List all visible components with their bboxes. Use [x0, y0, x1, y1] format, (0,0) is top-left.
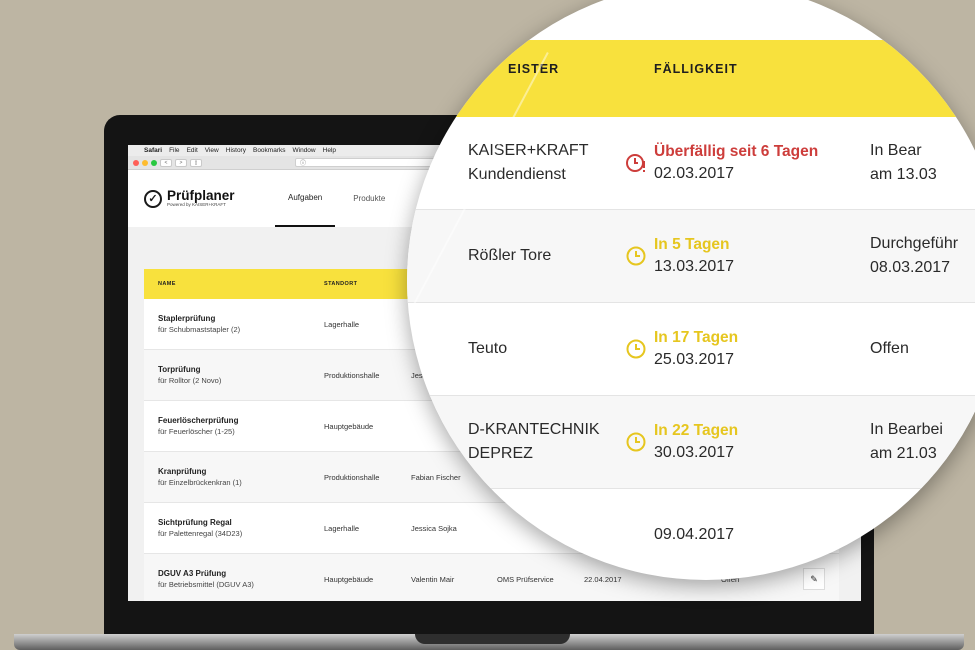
info-icon[interactable]: ⓘ [300, 158, 306, 167]
menu-history[interactable]: History [226, 147, 246, 154]
status-date: 08.03.2017 [870, 259, 951, 276]
task-location: Lagerhalle [324, 319, 360, 329]
check-circle-icon: ✓ [144, 189, 162, 208]
due-date: 13.03.2017 [654, 258, 735, 275]
task-location: Hauptgebäude [324, 574, 374, 584]
magnified-row[interactable]: 09.04.2017 [407, 489, 975, 580]
due-date: 25.03.2017 [654, 351, 735, 368]
due-label: In 5 Tagen [654, 236, 730, 253]
clock-icon [626, 339, 646, 359]
task-title: Staplerprüfung [158, 314, 216, 323]
task-name: Kranprüfung für Einzelbrückenkran (1) [158, 467, 242, 487]
menu-safari[interactable]: Safari [144, 147, 162, 154]
status-cell: In Bearbei am 21.03 [870, 418, 943, 466]
menu-edit[interactable]: Edit [187, 147, 198, 154]
magnified-header [407, 40, 975, 117]
task-title: Feuerlöscherprüfung [158, 416, 239, 425]
task-title: DGUV A3 Prüfung [158, 569, 227, 578]
logo-title: Prüfplaner [167, 188, 235, 203]
due-cell: In 22 Tagen 30.03.2017 [654, 420, 738, 464]
minimize-window-button[interactable] [142, 159, 148, 166]
task-name: Torprüfung für Rolltor (2 Novo) [158, 365, 221, 385]
magnified-row[interactable]: D-KRANTECHNIK DEPREZ In 22 Tagen 30.03.2… [407, 396, 975, 489]
clock-alert-icon [626, 154, 645, 172]
due-label: In 22 Tagen [654, 422, 739, 439]
menu-bookmarks[interactable]: Bookmarks [253, 147, 286, 154]
provider-cell: D-KRANTECHNIK DEPREZ [468, 418, 600, 466]
due-cell: In 17 Tagen 25.03.2017 [654, 327, 738, 371]
status-text: Offen [870, 340, 909, 357]
due-cell: 09.04.2017 [654, 524, 734, 546]
due-date: 09.04.2017 [654, 526, 735, 543]
clock-icon [626, 246, 646, 266]
menu-view[interactable]: View [205, 147, 219, 154]
magnifier-lens: EISTER FÄLLIGKEIT KAISER+KRAFT Kundendie… [407, 0, 975, 580]
task-subtitle: für Palettenregal (34D23) [158, 529, 243, 538]
task-location: Hauptgebäude [324, 421, 374, 431]
task-location: Produktionshalle [324, 370, 380, 380]
status-date: am 21.03 [870, 445, 937, 462]
provider-cell: Rößler Tore [468, 244, 551, 268]
task-title: Sichtprüfung Regal [158, 518, 232, 527]
forward-button[interactable]: > [175, 158, 187, 167]
task-name: Sichtprüfung Regal für Palettenregal (34… [158, 518, 242, 538]
provider-cell: Teuto [468, 337, 507, 361]
magnified-row[interactable]: Teuto In 17 Tagen 25.03.2017 Offen [407, 303, 975, 396]
task-name: Feuerlöscherprüfung für Feuerlöscher (1-… [158, 416, 238, 436]
due-cell: In 5 Tagen 13.03.2017 [654, 234, 734, 278]
zoom-window-button[interactable] [151, 159, 157, 166]
logo-subtitle: Powered by KAISER+KRAFT [167, 202, 226, 207]
status-date: am 13.03 [870, 166, 937, 183]
status-cell: In Bear am 13.03 [870, 139, 937, 187]
due-label: In 17 Tagen [654, 329, 739, 346]
due-date: 02.03.2017 [654, 165, 735, 182]
task-subtitle: für Einzelbrückenkran (1) [158, 478, 242, 487]
task-name: DGUV A3 Prüfung für Betriebsmittel (DGUV… [158, 569, 254, 589]
tab-produkte[interactable]: Produkte [340, 170, 398, 227]
status-cell: Durchgeführ 08.03.2017 [870, 232, 958, 280]
laptop-notch [415, 634, 570, 644]
status-text: Durchgeführ [870, 235, 959, 252]
task-location: Lagerhalle [324, 523, 360, 533]
task-subtitle: für Feuerlöscher (1-25) [158, 427, 235, 436]
close-window-button[interactable] [133, 159, 139, 166]
sidebar-toggle-button[interactable]: ▯ [190, 158, 202, 167]
tab-aufgaben[interactable]: Aufgaben [275, 170, 336, 227]
due-cell: Überfällig seit 6 Tagen 02.03.2017 [654, 141, 818, 185]
task-subtitle: für Betriebsmittel (DGUV A3) [158, 580, 254, 589]
main-nav: Aufgaben Produkte [275, 170, 398, 227]
provider-name-line2: DEPREZ [468, 445, 533, 462]
clock-icon [626, 432, 646, 452]
menu-window[interactable]: Window [293, 147, 316, 154]
task-subtitle: für Schubmaststapler (2) [158, 325, 241, 334]
task-location: Produktionshalle [324, 472, 380, 482]
menu-help[interactable]: Help [323, 147, 336, 154]
magnified-row[interactable]: Rößler Tore In 5 Tagen 13.03.2017 Durchg… [407, 210, 975, 303]
provider-name: KAISER+KRAFT [468, 142, 589, 159]
app-logo[interactable]: ✓ Prüfplaner Powered by KAISER+KRAFT [144, 188, 235, 208]
provider-name: Rößler Tore [468, 247, 552, 264]
column-header-provider[interactable]: EISTER [508, 62, 559, 76]
column-header-due[interactable]: FÄLLIGKEIT [654, 62, 738, 76]
status-text: In Bearbei [870, 421, 943, 438]
back-button[interactable]: < [160, 158, 172, 167]
task-name: Staplerprüfung für Schubmaststapler (2) [158, 314, 240, 334]
column-header-name[interactable]: NAME [158, 281, 176, 287]
status-cell: Offen [870, 337, 909, 361]
task-subtitle: für Rolltor (2 Novo) [158, 376, 222, 385]
due-label: Überfällig seit 6 Tagen [654, 143, 819, 160]
due-date: 30.03.2017 [654, 444, 735, 461]
magnified-row[interactable]: KAISER+KRAFT Kundendienst Überfällig sei… [407, 117, 975, 210]
task-title: Torprüfung [158, 365, 201, 374]
status-text: In Bear [870, 142, 922, 159]
provider-cell: KAISER+KRAFT Kundendienst [468, 139, 588, 187]
provider-name: D-KRANTECHNIK [468, 421, 600, 438]
provider-name: Teuto [468, 340, 508, 357]
task-title: Kranprüfung [158, 467, 207, 476]
menu-file[interactable]: File [169, 147, 179, 154]
column-header-location[interactable]: STANDORT [324, 281, 357, 287]
